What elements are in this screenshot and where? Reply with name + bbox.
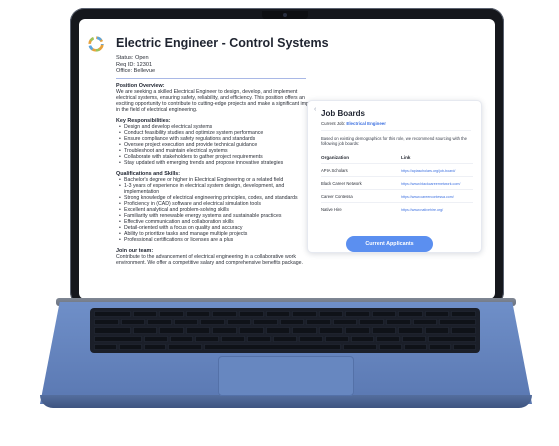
panel-divider bbox=[321, 130, 471, 131]
overview-text: We are seeking a skilled Electrical Engi… bbox=[116, 89, 316, 114]
current-applicants-button[interactable]: Current Applicants bbox=[346, 236, 433, 252]
column-header-organization: Organization bbox=[321, 155, 350, 160]
table-row-org: Native Hire bbox=[321, 207, 342, 212]
keyboard-row bbox=[94, 319, 476, 326]
keyboard-row bbox=[94, 311, 476, 318]
list-item: Professional certifications or licenses … bbox=[119, 237, 316, 243]
job-boards-panel: ‹ Job Boards Current Job: Electrical Eng… bbox=[307, 100, 482, 253]
row-divider bbox=[321, 176, 473, 177]
list-item: 1-3 years of experience in electrical sy… bbox=[119, 183, 316, 195]
table-row-org: Black Career Network bbox=[321, 181, 362, 186]
keyboard-row bbox=[94, 327, 476, 334]
job-title: Electric Engineer - Control Systems bbox=[116, 36, 329, 50]
column-header-link: Link bbox=[401, 155, 411, 160]
laptop-front-edge bbox=[40, 395, 532, 408]
job-office: Office: Bellevue bbox=[116, 68, 156, 75]
laptop-screen: Electric Engineer - Control Systems Stat… bbox=[79, 19, 495, 299]
row-divider bbox=[321, 189, 473, 190]
panel-title: Job Boards bbox=[321, 109, 366, 118]
trackpad bbox=[218, 356, 354, 396]
job-description: Position Overview: We are seeking a skil… bbox=[116, 83, 316, 266]
company-logo-icon bbox=[88, 36, 104, 52]
current-job-label: Current Job: bbox=[321, 121, 346, 126]
row-divider bbox=[321, 202, 473, 203]
chevron-left-icon[interactable]: ‹ bbox=[314, 106, 316, 113]
table-row-org: Career Contessa bbox=[321, 194, 353, 199]
table-row-link[interactable]: https://www.blackcareernetwork.com/ bbox=[401, 182, 460, 186]
keyboard-row bbox=[94, 343, 476, 350]
current-job: Current Job: Electrical Engineer bbox=[321, 121, 386, 126]
job-meta: Status: Open Req ID: 12301 Office: Belle… bbox=[116, 55, 155, 75]
job-status: Status: Open bbox=[116, 55, 149, 61]
panel-note: Based on existing demographics for this … bbox=[321, 136, 467, 146]
row-divider bbox=[321, 163, 473, 164]
keyboard-row bbox=[94, 335, 476, 342]
table-row-link[interactable]: https://apiascholars.org/job-board/ bbox=[401, 169, 455, 173]
responsibilities-list: Design and develop electrical systems Co… bbox=[116, 124, 316, 166]
list-item: Stay updated with emerging trends and pr… bbox=[119, 160, 316, 166]
join-text: Contribute to the advancement of electri… bbox=[116, 253, 303, 266]
table-row-org: APIA Scholars bbox=[321, 168, 348, 173]
table-row-link[interactable]: https://www.nativehire.org/ bbox=[401, 208, 443, 212]
qualifications-list: Bachelor's degree or higher in Electrica… bbox=[116, 177, 316, 244]
job-req-id: Req ID: 12301 bbox=[116, 61, 153, 68]
title-divider bbox=[116, 78, 306, 79]
camera-icon bbox=[283, 13, 287, 17]
table-row-link[interactable]: https://www.careercontessa.com/ bbox=[401, 195, 454, 199]
keyboard bbox=[90, 308, 480, 353]
current-job-value[interactable]: Electrical Engineer bbox=[346, 121, 386, 126]
